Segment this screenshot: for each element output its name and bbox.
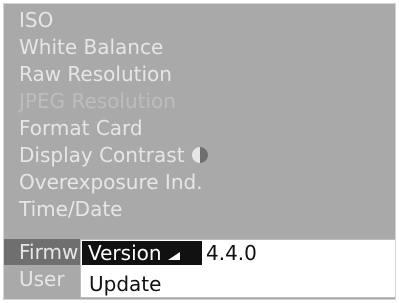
menu-item-overexposure-ind[interactable]: Overexposure Ind. [19,170,203,194]
submenu-item-version[interactable]: Version [82,241,202,265]
settings-menu: ISO White Balance Raw Resolution JPEG Re… [4,4,395,299]
menu-item-white-balance[interactable]: White Balance [19,35,163,59]
contrast-icon [191,145,209,163]
menu-item-user[interactable]: User [19,267,65,291]
menu-item-firmware[interactable]: Firmw [19,240,78,264]
selection-triangle-icon [167,252,180,260]
firmware-submenu: Version 4.4.0 Update [80,239,395,298]
menu-item-raw-resolution[interactable]: Raw Resolution [19,62,172,86]
menu-item-format-card[interactable]: Format Card [19,116,143,140]
version-label: Version [88,241,162,265]
menu-item-display-contrast-label: Display Contrast [19,143,185,167]
menu-item-display-contrast[interactable]: Display Contrast [19,143,209,167]
submenu-item-update[interactable]: Update [89,272,161,296]
camera-menu-screen: ISO White Balance Raw Resolution JPEG Re… [3,3,396,300]
menu-item-jpeg-resolution: JPEG Resolution [19,89,176,113]
menu-item-time-date[interactable]: Time/Date [19,197,123,221]
firmware-version-value: 4.4.0 [206,241,257,265]
menu-item-iso[interactable]: ISO [19,8,53,32]
